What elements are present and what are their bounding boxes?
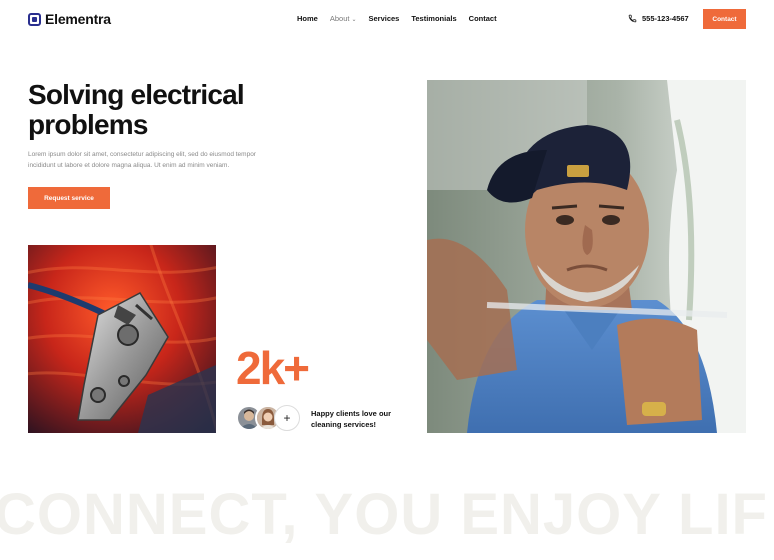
header-phone[interactable]: 555-123-4567: [628, 14, 689, 23]
crimping-tool-image: [28, 245, 216, 433]
clients-caption: Happy clients love our cleaning services…: [311, 409, 392, 429]
nav-item-testimonials[interactable]: Testimonials: [411, 14, 456, 23]
hero-description: Lorem ipsum dolor sit amet, consectetur …: [28, 151, 256, 169]
electrician-photo: [427, 80, 746, 433]
nav-item-about[interactable]: About ⌄: [330, 14, 357, 23]
hero-title-line2: problems: [28, 109, 148, 140]
header-contact-button[interactable]: Contact: [703, 9, 746, 29]
request-service-button[interactable]: Request service: [28, 187, 110, 209]
logo-icon: [28, 12, 41, 26]
brand-logo[interactable]: Elementra: [28, 11, 111, 27]
phone-number: 555-123-4567: [642, 14, 689, 23]
brand-name: Elementra: [45, 11, 111, 27]
phone-icon: [628, 14, 637, 23]
hero-title-line1: Solving electrical: [28, 79, 245, 110]
nav-item-services[interactable]: Services: [368, 14, 399, 23]
nav-item-home[interactable]: Home: [297, 14, 318, 23]
nav-item-contact[interactable]: Contact: [469, 14, 497, 23]
hero-title: Solving electrical problems: [28, 80, 328, 140]
add-client-icon[interactable]: +: [274, 405, 300, 431]
clients-count: 2k+: [236, 342, 310, 394]
chevron-down-icon: ⌄: [351, 17, 357, 23]
nav-item-about-label: About: [329, 14, 350, 23]
client-avatars: +: [236, 405, 300, 431]
main-nav: Home About ⌄ Services Testimonials Contac…: [297, 14, 497, 23]
marquee-text: CONNECT, YOU ENJOY LIF: [0, 482, 768, 547]
